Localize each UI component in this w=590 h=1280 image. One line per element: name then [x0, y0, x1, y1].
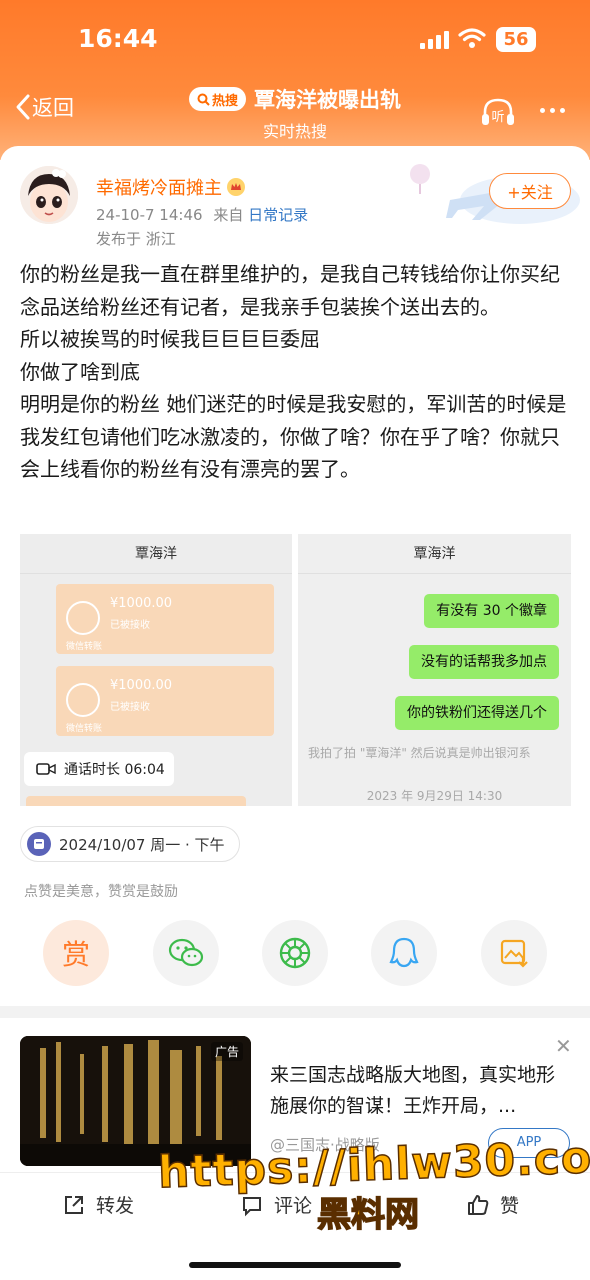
repost-button[interactable]: 转发: [62, 1191, 134, 1218]
hot-search-badge: 热搜: [188, 87, 246, 111]
chat-bubble: 你的铁粉们还得送几个: [395, 696, 559, 730]
share-icon: [65, 1195, 83, 1214]
system-time: 2023 年 9月29日 14:30: [366, 789, 503, 803]
transfer-foot: 微信转账: [66, 724, 103, 734]
share-wechat-button[interactable]: [153, 920, 219, 986]
wifi-icon: [458, 28, 486, 48]
save-image-button[interactable]: [481, 920, 547, 986]
save-image-icon: [500, 939, 528, 968]
author-name-text: 幸福烤冷面摊主: [96, 178, 222, 199]
section-divider: [0, 1006, 590, 1018]
page-title: 覃海洋被曝出轨: [254, 88, 401, 112]
transfer-card: ¥1000.00 已被接收 微信转账: [56, 584, 274, 654]
follow-label: +关注: [507, 183, 553, 202]
chat-bubble: 有没有 30 个徽章: [424, 594, 559, 628]
avatar[interactable]: [20, 166, 78, 224]
moments-icon: [279, 937, 311, 969]
transfer-card: ¥1000.00 已被接收 微信转账: [56, 666, 274, 736]
author-name[interactable]: 幸福烤冷面摊主: [96, 174, 246, 200]
chat-title: 覃海洋: [298, 534, 571, 574]
call-duration-text: 通话时长 06:04: [64, 762, 165, 778]
cellular-signal-icon: [420, 29, 452, 49]
post-paragraph: 所以被挨骂的时候我巨巨巨巨委屈: [20, 327, 320, 351]
chat-title: 覃海洋: [20, 534, 292, 574]
post-card: 幸福烤冷面摊主 24-10-7 14:46 来自 日常记录 发布于 浙江 +关注…: [0, 146, 590, 1006]
listen-button[interactable]: 听: [480, 96, 516, 132]
check-circle-icon: [66, 601, 100, 635]
ad-close-icon[interactable]: ✕: [555, 1034, 572, 1058]
post-meta: 24-10-7 14:46 来自 日常记录: [96, 204, 308, 225]
home-indicator: [189, 1262, 401, 1268]
check-circle-icon: [66, 683, 100, 717]
share-actions: 赏: [0, 920, 590, 988]
call-duration-pill: 通话时长 06:04: [24, 752, 174, 786]
system-note: 我拍了拍 "覃海洋" 然后说真是帅出银河系: [308, 746, 531, 760]
qq-icon: [389, 937, 419, 968]
status-bar: 16:44 56: [0, 0, 590, 80]
transfer-foot: 微信转账: [66, 642, 103, 652]
transfer-status: 已被接收: [110, 620, 150, 631]
avatar-illustration: [20, 166, 78, 224]
reward-tip: 点赞是美意，赞赏是鼓励: [24, 884, 178, 900]
more-options-icon[interactable]: [540, 108, 565, 113]
post-image-chat[interactable]: 覃海洋 有没有 30 个徽章 没有的话帮我多加点 你的铁粉们还得送几个 我拍了拍…: [298, 534, 571, 806]
battery-indicator: 56: [496, 27, 536, 52]
nav-bar: 返回 热搜 覃海洋被曝出轨 实时热搜 听: [0, 80, 590, 141]
date-chip-label: 2024/10/07 周一 · 下午: [59, 835, 225, 854]
reward-icon: 赏: [61, 938, 90, 971]
date-chip[interactable]: 2024/10/07 周一 · 下午: [20, 826, 240, 862]
transfer-card-partial: [26, 796, 246, 806]
wechat-icon: [168, 938, 204, 967]
listen-label: 听: [491, 110, 504, 125]
crown-badge-icon: [227, 178, 245, 196]
post-location: 发布于 浙江: [96, 230, 176, 248]
ad-tag: 广告: [210, 1042, 243, 1061]
calendar-icon: [27, 832, 51, 856]
watermark: https://ihlw30.com 黑料网: [156, 1130, 590, 1236]
post-paragraph: 你的粉丝是我一直在群里维护的，是我自己转钱给你让你买纪念品送给粉丝还有记者，是我…: [20, 262, 560, 319]
from-label: 来自: [213, 206, 244, 224]
share-moments-button[interactable]: [262, 920, 328, 986]
reward-button[interactable]: 赏: [43, 920, 109, 986]
post-paragraph: 你做了啥到底: [20, 359, 140, 384]
post-paragraph: 明明是你的粉丝 她们迷茫的时候是我安慰的，军训苦的时候是我发红包请他们吃冰激凌的…: [20, 392, 567, 481]
post-image-transfers[interactable]: 覃海洋 ¥1000.00 已被接收 微信转账 ¥1000.00 已被接收 微信转…: [20, 534, 292, 806]
transfer-amount: ¥1000.00: [110, 678, 173, 693]
transfer-status: 已被接收: [110, 702, 150, 713]
status-time: 16:44: [78, 24, 158, 53]
transfer-amount: ¥1000.00: [110, 596, 173, 611]
repost-label: 转发: [96, 1195, 135, 1217]
share-qq-button[interactable]: [371, 920, 437, 986]
ad-title[interactable]: 来三国志战略版大地图，真实地形施展你的智谋！王炸开局，...: [270, 1060, 570, 1122]
follow-button[interactable]: +关注: [489, 173, 571, 209]
post-source-link[interactable]: 日常记录: [248, 206, 308, 224]
post-body: 你的粉丝是我一直在群里维护的，是我自己转钱给你让你买纪念品送给粉丝还有记者，是我…: [20, 258, 572, 486]
search-icon: [197, 93, 210, 106]
video-call-icon: [36, 763, 56, 775]
hot-badge-label: 热搜: [211, 93, 238, 109]
headphones-icon: 听: [482, 98, 514, 125]
post-timestamp: 24-10-7 14:46: [96, 206, 203, 224]
chat-bubble: 没有的话帮我多加点: [409, 645, 559, 679]
